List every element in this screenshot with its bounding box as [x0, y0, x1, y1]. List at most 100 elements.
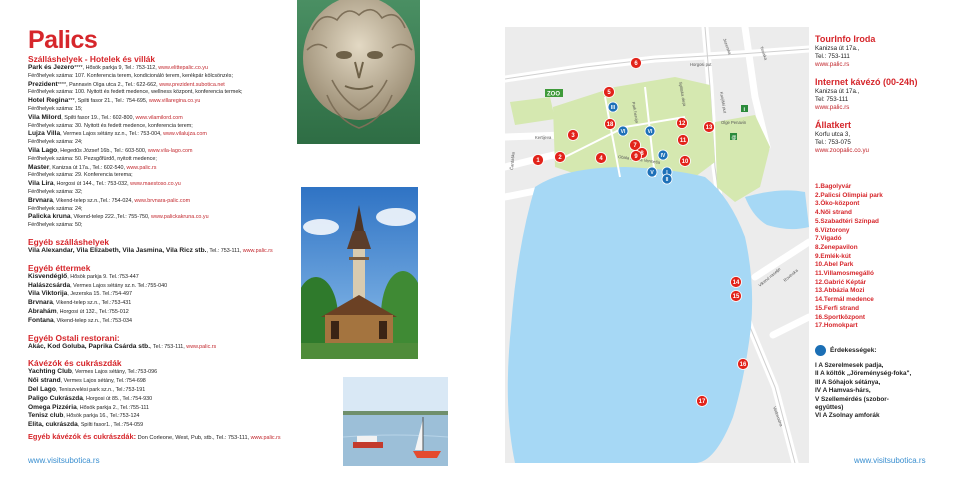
info-column: TourInfo Iroda Kanizsa út 17a., Tel.: 75…: [815, 34, 955, 155]
sight-marker-v[interactable]: V: [646, 166, 658, 178]
listing-details: Férőhelyek száma: 24;: [28, 139, 83, 146]
svg-text:14: 14: [733, 280, 740, 286]
other-cafes-url[interactable]: www.palic.rs: [251, 435, 281, 441]
listing-details: , Horgosi út 144., Tel.: 753-032,: [53, 181, 131, 188]
sight-marker-ii[interactable]: II: [661, 173, 673, 185]
palic-map[interactable]: Horgosi put Kanjiški put Jezerska Tenisk…: [505, 27, 809, 463]
listing-details: , Vermes Lajos sétány, Tel.:753-096: [71, 369, 158, 376]
sight-item: III A Sóhajok sétánya,: [815, 378, 881, 386]
map-marker-18[interactable]: 18: [604, 118, 616, 130]
listing-url[interactable]: www.vilalujza.com: [163, 131, 207, 137]
listing-details: Férőhelyek száma: 24;: [28, 205, 83, 212]
sight-marker-vi[interactable]: VI: [644, 125, 656, 137]
map-marker-10[interactable]: 10: [679, 155, 691, 167]
cafes-list: Yachting Club, Vermes Lajos sétány, Tel.…: [28, 368, 298, 430]
hotels-item: Férőhelyek száma: 15;: [28, 106, 298, 114]
listing-url[interactable]: www.maestoso.co.yu: [130, 181, 181, 187]
listing-details: , Vermes Lajos sétány sz.n. Tel.:755-040: [70, 282, 168, 289]
map-marker-16[interactable]: 16: [737, 358, 749, 370]
listing-details: , Hősök parkja 9. Tel.:753-447: [67, 273, 139, 280]
restaurants-list: Kisvendéglő, Hősök parkja 9. Tel.:753-44…: [28, 273, 298, 326]
listing-url[interactable]: www.vilamilord.com: [135, 115, 182, 121]
cafes-heading: Kávézók és cukrászdák: [28, 358, 122, 369]
hotels-item: Vila Lira, Horgosi út 144., Tel.: 753-03…: [28, 180, 298, 189]
svg-text:11: 11: [680, 138, 687, 144]
map-marker-3[interactable]: 3: [567, 129, 579, 141]
footer-url-right[interactable]: www.visitsubotica.rs: [854, 456, 926, 465]
sight-item: II A költők „Jöreménység-foka",: [815, 370, 912, 378]
map-marker-17[interactable]: 17: [696, 395, 708, 407]
legend-item: 4.Női strand: [815, 209, 852, 217]
map-marker-1[interactable]: 1: [532, 154, 544, 166]
sight-item: IV A Hamvas-hárs,: [815, 387, 871, 395]
cafes-item: Elita, cukrászda, Spilti fasor1., Tel.:7…: [28, 421, 298, 430]
listing-name: Női strand: [28, 377, 61, 385]
listing-url[interactable]: www.palic.rs: [186, 344, 216, 350]
map-marker-2[interactable]: 2: [554, 151, 566, 163]
restaurants-item: Ábrahám, Horgosi út 132., Tel.:755-012: [28, 308, 298, 317]
hotels-item: Park és Jezero****, Hősök parkja 9, Tel.…: [28, 64, 298, 73]
legend-item: 6.Víztorony: [815, 226, 850, 234]
listing-url[interactable]: www.vila-lago.com: [148, 148, 193, 154]
listing-details: , Tel.: 753-111,: [150, 343, 187, 350]
listing-details: Férőhelyek száma: 29. Konferencia terema…: [28, 172, 133, 179]
listing-url[interactable]: www.prezident.subotica.net: [159, 82, 225, 88]
internet-cafe-heading: Internet kávézó (00-24h): [815, 77, 918, 87]
map-marker-13[interactable]: 13: [703, 121, 715, 133]
listing-details: ****, Hősök parkja 9, Tel.: 753-112,: [74, 65, 159, 71]
listing-name: Vila Lago: [28, 146, 58, 154]
map-marker-6[interactable]: 6: [630, 57, 642, 69]
listing-url[interactable]: www.elittepalic.co.yu: [158, 65, 208, 71]
map-marker-12[interactable]: 12: [676, 117, 688, 129]
listing-url[interactable]: www.palic.rs: [126, 165, 156, 171]
street-olge: Olge Penavin: [721, 120, 747, 125]
zoo-badge[interactable]: ZOO: [545, 89, 563, 98]
water-tower-photo: [301, 187, 418, 359]
sight-marker-vi[interactable]: VI: [617, 125, 629, 137]
legend-item: 5.Szabadtéri Színpad: [815, 217, 879, 225]
internet-cafe-url[interactable]: www.palic.rs: [815, 104, 955, 112]
hotels-item: Férőhelyek száma: 107. Konferencia terem…: [28, 73, 298, 81]
page-title: Palics: [28, 26, 98, 54]
cafes-item: Del Lago, Teniszvelési park sz.n., Tel.:…: [28, 386, 298, 395]
map-marker-14[interactable]: 14: [730, 276, 742, 288]
listing-name: Akác, Kod Goluba, Paprika Csárda stb.: [28, 342, 151, 350]
listing-url[interactable]: www.villaregina.co.yu: [149, 98, 201, 104]
listing-url[interactable]: www.palic.rs: [243, 248, 273, 254]
legend-item: 15.Ferfi strand: [815, 304, 860, 312]
cafes-item: Yachting Club, Vermes Lajos sétány, Tel.…: [28, 368, 298, 377]
hotels-item: Lujza Villa, Vermes Lajos sétány sz.n., …: [28, 130, 298, 139]
cafe-icon[interactable]: @: [730, 133, 737, 141]
listing-details: , Vermes Lajos sétány, Tel.:754-698: [60, 378, 146, 385]
internet-cafe-address: Kanizsa út 17a.,: [815, 88, 860, 95]
zoo-heading: Állatkert: [815, 120, 852, 130]
listing-name: Yachting Club: [28, 368, 72, 376]
restaurants-item: Fontana, Vikend-telep sz.n., Tel.:753-03…: [28, 317, 298, 326]
svg-text:13: 13: [706, 125, 713, 131]
map-marker-4[interactable]: 4: [595, 152, 607, 164]
listing-details: , Spilti fasor 19., Tel.: 602-800,: [61, 114, 136, 121]
footer-url-left[interactable]: www.visitsubotica.rs: [28, 456, 100, 465]
map-marker-9[interactable]: 9: [630, 150, 642, 162]
map-marker-15[interactable]: 15: [730, 290, 742, 302]
listing-url[interactable]: www.palickakruna.co.yu: [151, 214, 209, 220]
listing-name: Ábrahám: [28, 307, 57, 315]
hotels-heading: Szálláshelyek - Hotelek és villák: [28, 54, 156, 64]
zoo-label: ZOO: [547, 92, 560, 98]
listing-name: Hotel Regina: [28, 97, 69, 105]
sights-header: Érdekességek:: [815, 345, 877, 356]
map-marker-11[interactable]: 11: [677, 134, 689, 146]
legend-item: 7.Vigadó: [815, 235, 842, 243]
listing-name: Vila Lira: [28, 180, 54, 188]
info-icon[interactable]: i: [741, 105, 748, 113]
restaurants-item: Brvnara, Vikend-telep sz.n., Tel.:753-43…: [28, 299, 298, 308]
listing-url[interactable]: www.brvnara-palic.com: [134, 198, 190, 204]
sight-marker-iv[interactable]: IV: [657, 149, 669, 161]
legend-item: 17.Homokpart: [815, 322, 858, 330]
tourinfo-url[interactable]: www.palic.rs: [815, 61, 955, 69]
map-marker-5[interactable]: 5: [603, 86, 615, 98]
sight-item: együttes): [815, 404, 844, 412]
sight-marker-iii[interactable]: III: [607, 101, 619, 113]
svg-text:16: 16: [740, 362, 747, 368]
zoo-url[interactable]: www.zoopalic.co.yu: [815, 147, 955, 155]
